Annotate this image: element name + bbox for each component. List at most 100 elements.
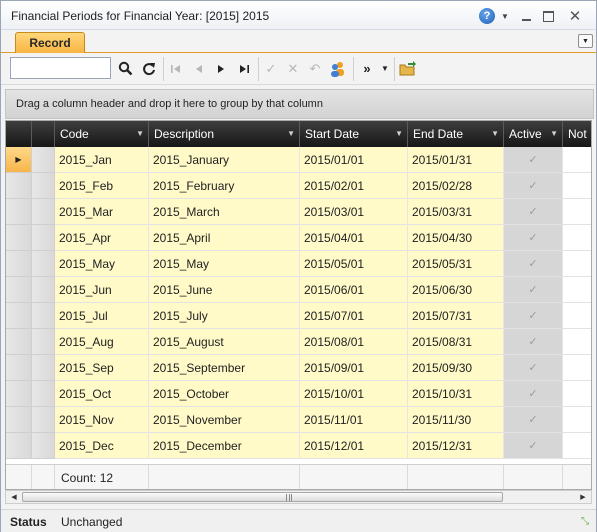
row-select-cell[interactable] — [32, 303, 55, 329]
refresh-icon[interactable] — [138, 58, 160, 79]
cell-active[interactable]: ✓ — [504, 355, 563, 381]
cell-end-date[interactable]: 2015/04/30 — [408, 225, 504, 251]
column-header-code[interactable]: Code ▼ — [55, 121, 149, 147]
tab-menu-button[interactable]: ▼ — [578, 34, 593, 48]
cell-start-date[interactable]: 2015/09/01 — [300, 355, 408, 381]
cell-active[interactable]: ✓ — [504, 199, 563, 225]
close-icon[interactable]: ✕ — [567, 8, 583, 25]
cell-code[interactable]: 2015_Jun — [55, 277, 149, 303]
active-checkbox[interactable]: ✓ — [528, 206, 537, 218]
row-select-cell[interactable] — [32, 225, 55, 251]
cell-code[interactable]: 2015_Aug — [55, 329, 149, 355]
previous-record-icon[interactable] — [188, 58, 210, 79]
row-indicator[interactable] — [6, 199, 32, 225]
next-record-icon[interactable] — [210, 58, 232, 79]
cell-start-date[interactable]: 2015/01/01 — [300, 147, 408, 173]
column-header-description[interactable]: Description ▼ — [149, 121, 300, 147]
row-select-cell[interactable] — [32, 277, 55, 303]
row-select-cell[interactable] — [32, 173, 55, 199]
search-icon[interactable] — [114, 58, 136, 79]
row-indicator[interactable] — [6, 251, 32, 277]
table-row[interactable]: 2015_Jun 2015_June 2015/06/01 2015/06/30 ✓ — [6, 277, 591, 303]
column-header-active[interactable]: Active ▼ — [504, 121, 563, 147]
last-record-icon[interactable] — [233, 58, 255, 79]
table-row[interactable]: 2015_Dec 2015_December 2015/12/01 2015/12/3… — [6, 433, 591, 459]
filter-icon[interactable]: ▼ — [395, 121, 403, 147]
cell-description[interactable]: 2015_January — [149, 147, 300, 173]
cell-active[interactable]: ✓ — [504, 407, 563, 433]
cell-active[interactable]: ✓ — [504, 173, 563, 199]
cell-notes[interactable] — [563, 173, 591, 199]
cell-start-date[interactable]: 2015/06/01 — [300, 277, 408, 303]
cell-start-date[interactable]: 2015/02/01 — [300, 173, 408, 199]
cell-description[interactable]: 2015_May — [149, 251, 300, 277]
cell-code[interactable]: 2015_Jul — [55, 303, 149, 329]
row-indicator[interactable] — [6, 433, 32, 459]
export-icon[interactable] — [397, 58, 419, 79]
table-row[interactable]: ▶ 2015_Jan 2015_January 2015/01/01 2015/01/3… — [6, 147, 591, 173]
row-indicator[interactable] — [6, 225, 32, 251]
row-indicator[interactable] — [6, 407, 32, 433]
cell-start-date[interactable]: 2015/11/01 — [300, 407, 408, 433]
cell-description[interactable]: 2015_December — [149, 433, 300, 459]
cell-end-date[interactable]: 2015/12/31 — [408, 433, 504, 459]
row-select-cell[interactable] — [32, 381, 55, 407]
scroll-left-icon[interactable]: ◀ — [7, 491, 21, 503]
active-checkbox[interactable]: ✓ — [528, 388, 537, 400]
active-checkbox[interactable]: ✓ — [528, 336, 537, 348]
cell-description[interactable]: 2015_June — [149, 277, 300, 303]
cell-code[interactable]: 2015_Jan — [55, 147, 149, 173]
cell-end-date[interactable]: 2015/02/28 — [408, 173, 504, 199]
active-checkbox[interactable]: ✓ — [528, 362, 537, 374]
cell-description[interactable]: 2015_October — [149, 381, 300, 407]
cell-description[interactable]: 2015_November — [149, 407, 300, 433]
minimize-icon[interactable] — [519, 8, 533, 24]
cell-notes[interactable] — [563, 329, 591, 355]
row-indicator[interactable] — [6, 381, 32, 407]
active-checkbox[interactable]: ✓ — [528, 310, 537, 322]
cell-code[interactable]: 2015_Nov — [55, 407, 149, 433]
cell-description[interactable]: 2015_March — [149, 199, 300, 225]
row-indicator[interactable] — [6, 303, 32, 329]
cell-end-date[interactable]: 2015/11/30 — [408, 407, 504, 433]
cell-code[interactable]: 2015_Mar — [55, 199, 149, 225]
filter-icon[interactable]: ▼ — [491, 121, 499, 147]
cell-end-date[interactable]: 2015/10/31 — [408, 381, 504, 407]
row-select-cell[interactable] — [32, 147, 55, 173]
horizontal-scrollbar[interactable]: ◀ ▶ — [5, 490, 592, 504]
row-select-cell[interactable] — [32, 199, 55, 225]
group-by-panel[interactable]: Drag a column header and drop it here to… — [5, 89, 594, 119]
cell-active[interactable]: ✓ — [504, 329, 563, 355]
cell-description[interactable]: 2015_February — [149, 173, 300, 199]
active-checkbox[interactable]: ✓ — [528, 440, 537, 452]
cell-active[interactable]: ✓ — [504, 303, 563, 329]
cell-end-date[interactable]: 2015/05/31 — [408, 251, 504, 277]
scrollbar-thumb[interactable] — [22, 492, 503, 502]
cell-end-date[interactable]: 2015/01/31 — [408, 147, 504, 173]
undo-icon[interactable]: ↶ — [304, 58, 326, 79]
row-indicator[interactable] — [6, 277, 32, 303]
cell-notes[interactable] — [563, 433, 591, 459]
resize-grip-icon[interactable]: ⤡ — [578, 514, 592, 528]
cell-code[interactable]: 2015_Sep — [55, 355, 149, 381]
table-row[interactable]: 2015_Aug 2015_August 2015/08/01 2015/08/31 ✓ — [6, 329, 591, 355]
cell-start-date[interactable]: 2015/10/01 — [300, 381, 408, 407]
cell-code[interactable]: 2015_Dec — [55, 433, 149, 459]
cell-notes[interactable] — [563, 251, 591, 277]
cell-notes[interactable] — [563, 147, 591, 173]
column-header-end-date[interactable]: End Date ▼ — [408, 121, 504, 147]
cell-start-date[interactable]: 2015/04/01 — [300, 225, 408, 251]
cell-start-date[interactable]: 2015/03/01 — [300, 199, 408, 225]
cell-notes[interactable] — [563, 303, 591, 329]
row-indicator[interactable] — [6, 173, 32, 199]
maximize-icon[interactable] — [541, 8, 555, 24]
filter-icon[interactable]: ▼ — [550, 121, 558, 147]
cell-end-date[interactable]: 2015/06/30 — [408, 277, 504, 303]
help-icon[interactable]: ? — [479, 8, 495, 24]
cell-notes[interactable] — [563, 407, 591, 433]
cell-code[interactable]: 2015_Oct — [55, 381, 149, 407]
cell-active[interactable]: ✓ — [504, 381, 563, 407]
cell-start-date[interactable]: 2015/12/01 — [300, 433, 408, 459]
table-row[interactable]: 2015_Apr 2015_April 2015/04/01 2015/04/30 ✓ — [6, 225, 591, 251]
cell-active[interactable]: ✓ — [504, 277, 563, 303]
